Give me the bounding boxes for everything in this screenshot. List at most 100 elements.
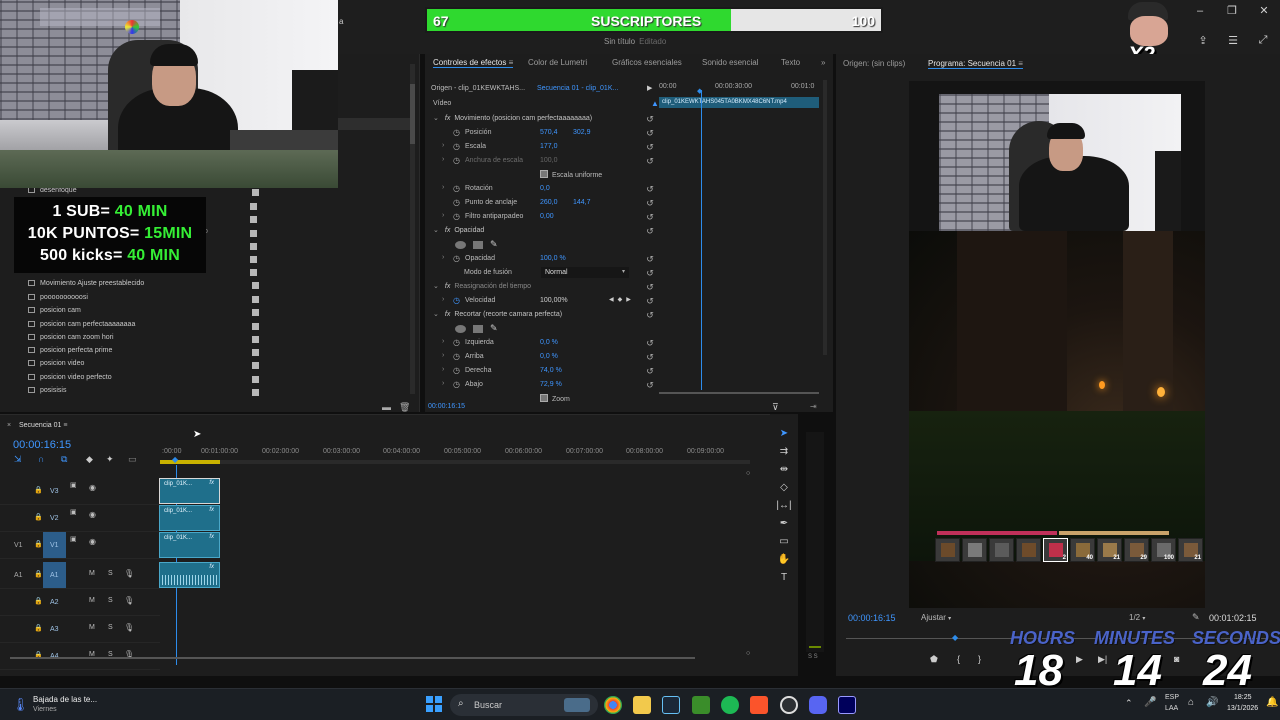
list-item[interactable]: Movimiento Ajuste preestablecido: [28, 280, 263, 293]
prop-anti-flicker[interactable]: › ◷ Filtro antiparpadeo 0,00: [433, 210, 663, 224]
pen-mask-icon[interactable]: ✎: [490, 239, 498, 250]
ripple-edit-icon[interactable]: ⇹: [776, 464, 792, 478]
weather-title[interactable]: Bajada de las te...: [33, 695, 97, 704]
reset-icon[interactable]: ↺: [645, 352, 655, 362]
microphone-icon[interactable]: 🎙: [124, 623, 134, 632]
solo-icon[interactable]: S: [108, 624, 113, 631]
filter-icon[interactable]: ⊽: [772, 402, 779, 413]
rectangle-tool-icon[interactable]: ▭: [776, 536, 792, 550]
prop-scale[interactable]: › ◷ Escala 177,0: [433, 140, 663, 154]
tab-text[interactable]: Texto: [781, 58, 800, 67]
reset-icon[interactable]: ↺: [645, 268, 655, 278]
uniform-scale-checkbox[interactable]: Escala uniforme: [540, 170, 602, 179]
play-only-icon[interactable]: ▶: [647, 84, 652, 92]
film-icon[interactable]: ▣: [70, 508, 77, 516]
track-header[interactable]: 🔒 V2 ▣ ◉: [0, 505, 160, 532]
list-item[interactable]: posisisis: [28, 387, 263, 400]
prop-anchor-point[interactable]: ◷ Punto de anclaje 260,0 144,7: [433, 196, 663, 210]
list-item[interactable]: posicion cam perfectaaaaaaaa: [28, 321, 263, 334]
effect-mini-timeline[interactable]: 00:00 00:00:30:00 00:01:0 clip_01KEWKTAH…: [659, 80, 827, 400]
list-item[interactable]: posicion cam: [28, 307, 263, 320]
reset-icon[interactable]: ↺: [645, 226, 655, 236]
weather-icon[interactable]: 🌡: [12, 697, 29, 713]
reset-icon[interactable]: ↺: [645, 366, 655, 376]
microphone-icon[interactable]: 🎙: [124, 569, 134, 578]
prop-value[interactable]: 100,0 %: [540, 255, 566, 262]
camera-icon[interactable]: ◙: [1174, 654, 1179, 664]
stopwatch-icon[interactable]: ◷: [453, 128, 460, 137]
timeline-zoom-bar[interactable]: [10, 657, 695, 659]
lock-icon[interactable]: 🔒: [34, 540, 43, 548]
eye-icon[interactable]: ◉: [89, 483, 96, 492]
mute-icon[interactable]: M: [89, 624, 95, 631]
prop-value[interactable]: 0,0 %: [540, 339, 558, 346]
stopwatch-icon[interactable]: ◷: [453, 380, 460, 389]
hand-tool-icon[interactable]: ✋: [776, 554, 792, 568]
minimize-icon[interactable]: –: [1192, 3, 1208, 19]
list-item[interactable]: posicion perfecta prime: [28, 347, 263, 360]
stopwatch-icon[interactable]: ◷: [453, 212, 460, 221]
speed-value[interactable]: 100,00%: [540, 297, 568, 304]
audio-clip[interactable]: fx: [159, 562, 220, 588]
program-preview[interactable]: 2 40 21 29 100 21: [909, 81, 1205, 608]
network-icon[interactable]: ⌂: [1188, 697, 1194, 708]
tab-essential-sound[interactable]: Sonido esencial: [702, 58, 758, 67]
reset-icon[interactable]: ↺: [645, 184, 655, 194]
sequence-clip[interactable]: Secuencia 01 - clip_01K...: [537, 85, 618, 92]
solo-icon[interactable]: S: [108, 597, 113, 604]
prop-value[interactable]: 72,9 %: [540, 381, 562, 388]
work-area-bar[interactable]: [160, 460, 220, 464]
steam-icon[interactable]: [662, 696, 680, 714]
reset-icon[interactable]: ↺: [645, 380, 655, 390]
prop-scale-width[interactable]: › ◷ Anchura de escala 100,0: [433, 154, 663, 168]
eye-icon[interactable]: ◉: [89, 537, 96, 546]
stopwatch-icon[interactable]: ◷: [453, 254, 460, 263]
prop-rotation[interactable]: › ◷ Rotación 0,0: [433, 182, 663, 196]
prop-value[interactable]: 260,0: [540, 199, 558, 206]
mini-clip[interactable]: clip_01KEWKTAHS045TA0BKMX48C6NT.mp4: [659, 97, 819, 108]
file-explorer-icon[interactable]: [633, 696, 651, 714]
prop-crop-right[interactable]: › ◷ Derecha 74,0 %: [433, 364, 663, 378]
language-indicator[interactable]: ESP: [1165, 694, 1179, 701]
selection-tool-icon[interactable]: ➤: [776, 428, 792, 442]
more-tabs-icon[interactable]: »: [821, 58, 825, 67]
mini-zoom-bar[interactable]: [659, 392, 819, 394]
opacity-section[interactable]: ⌄ fx Opacidad: [433, 226, 484, 240]
play-icon[interactable]: ▶: [1076, 654, 1083, 665]
notifications-icon[interactable]: 🔔: [1266, 697, 1278, 708]
tray-expand-icon[interactable]: ⌃: [1125, 698, 1133, 709]
lock-icon[interactable]: 🔒: [34, 486, 43, 494]
spotify-icon[interactable]: [721, 696, 739, 714]
premiere-icon[interactable]: [838, 696, 856, 714]
prop-value[interactable]: 100,0: [540, 157, 558, 164]
prop-value[interactable]: 177,0: [540, 143, 558, 150]
rectangle-mask-icon[interactable]: [473, 241, 483, 249]
mute-icon[interactable]: M: [89, 597, 95, 604]
list-item[interactable]: posicion video perfecto: [28, 374, 263, 387]
stopwatch-icon[interactable]: ◷: [453, 198, 460, 207]
prop-value[interactable]: 570,4: [540, 129, 558, 136]
tab-effect-controls[interactable]: Controles de efectos ≡: [433, 58, 514, 68]
stopwatch-icon[interactable]: ◷: [453, 366, 460, 375]
share-icon[interactable]: ⇪: [1196, 34, 1210, 48]
resolution-dropdown[interactable]: 1/2 ▾: [1129, 613, 1145, 622]
film-icon[interactable]: ▣: [70, 535, 77, 543]
trash-icon[interactable]: 🗑: [399, 402, 410, 413]
ellipse-mask-icon[interactable]: [455, 325, 466, 333]
pen-tool-icon[interactable]: ✒: [776, 518, 792, 532]
prop-value-y[interactable]: 144,7: [573, 199, 591, 206]
slip-tool-icon[interactable]: |↔|: [776, 500, 792, 514]
tab-program-monitor[interactable]: Programa: Secuencia 01 ≡: [928, 59, 1023, 69]
quick-export-icon[interactable]: ☰: [1226, 34, 1240, 48]
reset-icon[interactable]: ↺: [645, 198, 655, 208]
tab-lumetri-color[interactable]: Color de Lumetri: [528, 58, 587, 67]
add-marker-icon[interactable]: ⬟: [930, 654, 938, 665]
track-select-icon[interactable]: ⇉: [776, 446, 792, 460]
lock-icon[interactable]: 🔒: [34, 513, 43, 521]
fit-dropdown[interactable]: Ajustar ▾: [921, 613, 951, 622]
crop-mask-tools[interactable]: ✎: [455, 323, 505, 335]
solo-icon[interactable]: S: [108, 570, 113, 577]
video-clip[interactable]: clip_01K... fx: [159, 505, 220, 531]
list-item[interactable]: poooooooooosi: [28, 294, 263, 307]
track-header[interactable]: 🔒 V3 ▣ ◉: [0, 478, 160, 505]
